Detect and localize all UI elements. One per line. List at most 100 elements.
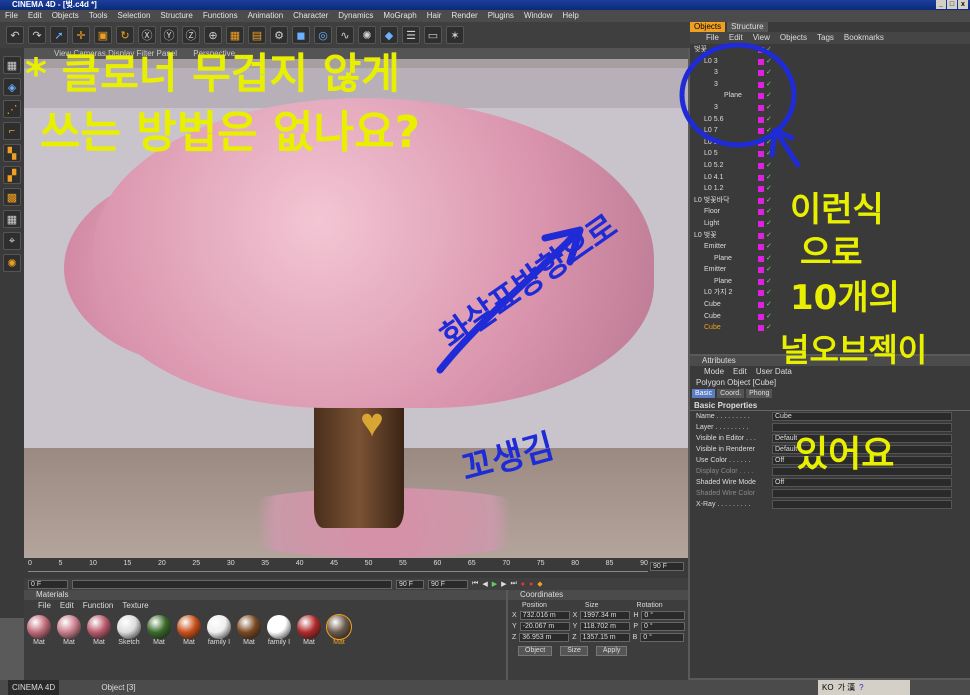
layer-color-icon[interactable] — [758, 93, 764, 100]
end-frame-field[interactable]: 90 F — [650, 562, 684, 571]
enabled-check-icon[interactable]: ✓ — [766, 264, 772, 276]
menu-render[interactable]: Render — [451, 10, 477, 22]
enabled-check-icon[interactable]: ✓ — [766, 311, 772, 323]
mat-menu-file[interactable]: File — [38, 600, 51, 611]
attribute-value[interactable] — [772, 489, 952, 498]
layer-color-icon[interactable] — [758, 116, 764, 123]
menu-objects[interactable]: Objects — [52, 10, 79, 22]
rot-h-field[interactable]: 0 ° — [641, 611, 686, 620]
menu-edit[interactable]: Edit — [28, 10, 42, 22]
attribute-value[interactable]: Off — [772, 478, 952, 487]
rot-b-field[interactable]: 0 ° — [640, 633, 685, 642]
enabled-check-icon[interactable]: ✓ — [766, 206, 772, 218]
last-frame-icon[interactable]: ⏭ — [510, 580, 516, 588]
material-item[interactable]: Mat — [26, 615, 52, 646]
enabled-check-icon[interactable]: ✓ — [766, 56, 772, 68]
texture-mode-icon[interactable]: ▞ — [3, 166, 21, 184]
light-icon[interactable]: ✶ — [446, 26, 464, 44]
enabled-check-icon[interactable]: ✓ — [766, 322, 772, 334]
mat-menu-texture[interactable]: Texture — [122, 600, 148, 611]
layer-color-icon[interactable] — [758, 267, 764, 274]
enabled-check-icon[interactable]: ✓ — [766, 79, 772, 91]
layer-color-icon[interactable] — [758, 302, 764, 309]
layer-color-icon[interactable] — [758, 139, 764, 146]
edges-mode-icon[interactable]: ⌐ — [3, 122, 21, 140]
enabled-check-icon[interactable]: ✓ — [766, 253, 772, 265]
rot-p-field[interactable]: 0 ° — [641, 622, 686, 631]
layer-color-icon[interactable] — [758, 58, 764, 65]
enabled-check-icon[interactable]: ✓ — [766, 241, 772, 253]
play-icon[interactable]: ▶ — [492, 580, 497, 588]
enabled-check-icon[interactable]: ✓ — [766, 44, 772, 56]
menu-window[interactable]: Window — [524, 10, 552, 22]
layer-color-icon[interactable] — [758, 81, 764, 88]
enabled-check-icon[interactable]: ✓ — [766, 183, 772, 195]
pos-x-field[interactable]: 732.016 m — [519, 611, 570, 620]
checker-icon[interactable]: ▦ — [3, 210, 21, 228]
frame-slider[interactable] — [72, 579, 392, 589]
layer-color-icon[interactable] — [758, 47, 764, 53]
material-item[interactable]: Sketch — [116, 615, 142, 646]
close-button[interactable]: x — [958, 0, 968, 9]
enabled-check-icon[interactable]: ✓ — [766, 125, 772, 137]
preview-max-field[interactable]: 90 F — [428, 579, 468, 589]
layer-color-icon[interactable] — [758, 209, 764, 216]
obj-menu-tags[interactable]: Tags — [817, 32, 834, 44]
object-row[interactable]: 3 ✓ — [690, 102, 970, 114]
start-frame-field[interactable]: 0 F — [28, 579, 68, 589]
tab-structure[interactable]: Structure — [727, 22, 768, 32]
size-mode-select[interactable]: Size — [560, 646, 588, 656]
menu-mograph[interactable]: MoGraph — [383, 10, 416, 22]
material-item[interactable]: Mat — [236, 615, 262, 646]
coord-mode-select[interactable]: Object — [518, 646, 553, 656]
material-item[interactable]: Mat — [326, 614, 352, 646]
layer-color-icon[interactable] — [758, 313, 764, 320]
menu-tools[interactable]: Tools — [89, 10, 108, 22]
layer-color-icon[interactable] — [758, 244, 764, 251]
enabled-check-icon[interactable]: ✓ — [766, 287, 772, 299]
enabled-check-icon[interactable]: ✓ — [766, 67, 772, 79]
model-mode-icon[interactable]: ▦ — [3, 56, 21, 74]
material-item[interactable]: Mat — [176, 615, 202, 646]
attribute-value[interactable]: Cube — [772, 412, 952, 421]
scene-icon[interactable]: ☰ — [402, 26, 420, 44]
layer-color-icon[interactable] — [758, 232, 764, 239]
object-row[interactable]: L0 5.6 ✓ — [690, 114, 970, 126]
apply-button[interactable]: Apply — [595, 646, 628, 656]
tab-basic[interactable]: Basic — [692, 389, 716, 398]
obj-menu-view[interactable]: View — [753, 32, 770, 44]
object-row[interactable]: L0 5.2 ✓ — [690, 160, 970, 172]
autokey-icon[interactable]: ● — [529, 581, 533, 588]
mat-menu-function[interactable]: Function — [83, 600, 114, 611]
layer-color-icon[interactable] — [758, 104, 764, 111]
layer-color-icon[interactable] — [758, 186, 764, 193]
menu-structure[interactable]: Structure — [160, 10, 192, 22]
object-mode-icon[interactable]: ◈ — [3, 78, 21, 96]
material-item[interactable]: family I — [206, 615, 232, 646]
undo-icon[interactable]: ↶ — [6, 26, 24, 44]
workplane-icon[interactable]: ▩ — [3, 188, 21, 206]
enabled-check-icon[interactable]: ✓ — [766, 90, 772, 102]
material-item[interactable]: Mat — [86, 615, 112, 646]
object-row[interactable]: L0 3 ✓ — [690, 137, 970, 149]
tab-coord[interactable]: Coord. — [717, 389, 745, 398]
menu-help[interactable]: Help — [562, 10, 578, 22]
material-item[interactable]: Mat — [146, 615, 172, 646]
attr-menu-mode[interactable]: Mode — [704, 366, 724, 377]
attribute-value[interactable] — [772, 500, 952, 509]
max-frame-field[interactable]: 90 F — [396, 579, 424, 589]
layer-color-icon[interactable] — [758, 174, 764, 181]
object-row[interactable]: L0 3 ✓ — [690, 56, 970, 68]
ime-mode[interactable]: 가 漢 — [838, 682, 856, 693]
points-mode-icon[interactable]: ⋰ — [3, 100, 21, 118]
layer-color-icon[interactable] — [758, 278, 764, 285]
timeline-ruler[interactable]: 0 5 10 15 20 25 30 35 40 45 50 55 60 65 … — [28, 560, 648, 572]
obj-menu-bookmarks[interactable]: Bookmarks — [844, 32, 884, 44]
layer-color-icon[interactable] — [758, 255, 764, 262]
snap-icon[interactable]: ⌖ — [3, 232, 21, 250]
menu-animation[interactable]: Animation — [248, 10, 284, 22]
menu-functions[interactable]: Functions — [203, 10, 238, 22]
tab-phong[interactable]: Phong — [746, 389, 773, 398]
layer-color-icon[interactable] — [758, 151, 764, 158]
menu-selection[interactable]: Selection — [118, 10, 151, 22]
